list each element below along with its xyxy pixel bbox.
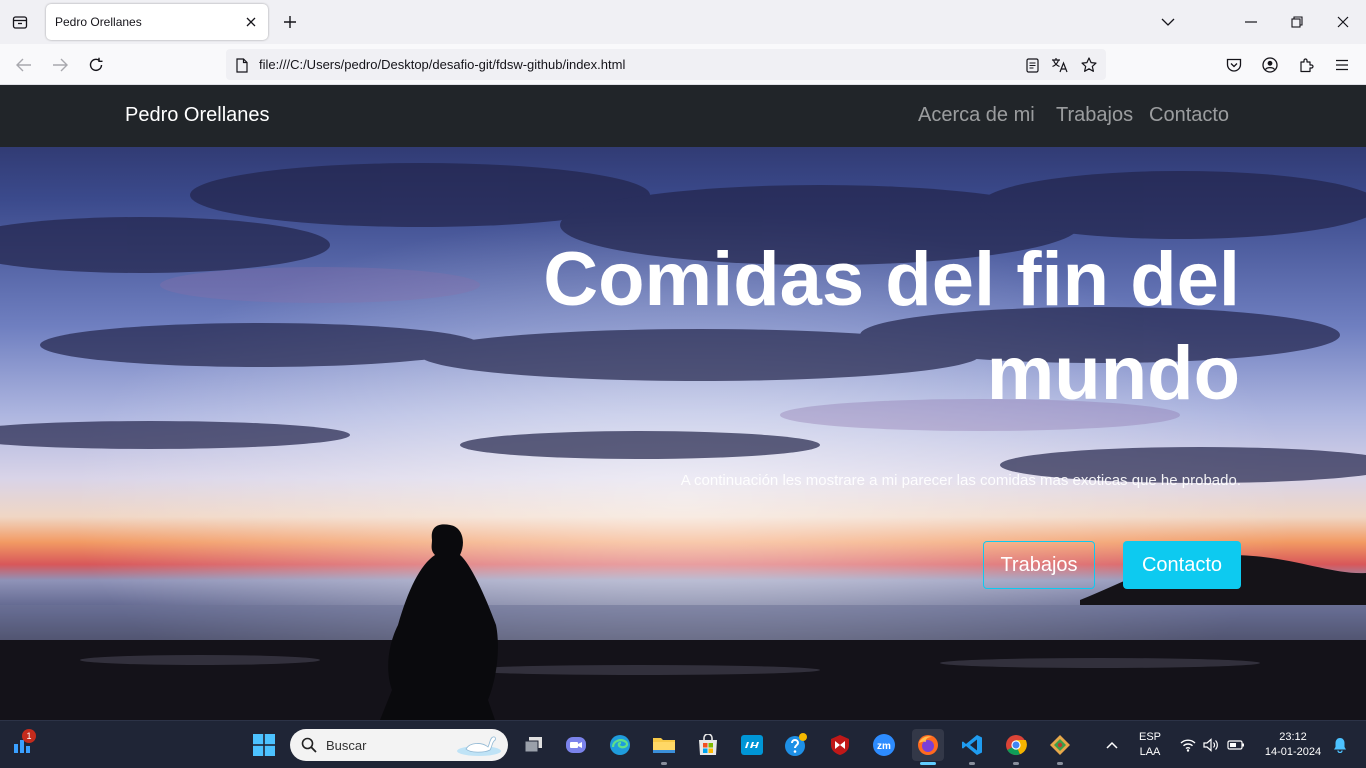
close-tab-icon[interactable] bbox=[242, 13, 260, 31]
taskbar-search[interactable]: Buscar bbox=[290, 729, 508, 761]
bookmark-star-icon[interactable] bbox=[1079, 55, 1099, 75]
notifications-bell-icon[interactable] bbox=[1330, 729, 1350, 761]
nav-link-contact[interactable]: Contacto bbox=[1149, 104, 1229, 127]
vscode-running-indicator bbox=[969, 762, 975, 765]
help-icon[interactable] bbox=[780, 729, 812, 761]
nav-link-works[interactable]: Trabajos bbox=[1056, 104, 1133, 127]
clock-time: 23:12 bbox=[1279, 731, 1307, 743]
extensions-icon[interactable] bbox=[1293, 52, 1319, 78]
edge-icon[interactable] bbox=[604, 729, 636, 761]
search-placeholder: Buscar bbox=[326, 738, 367, 753]
nav-link-about[interactable]: Acerca de mi bbox=[918, 104, 1035, 127]
hero-subtitle: A continuación les mostrare a mi parecer… bbox=[680, 472, 1241, 489]
tray-overflow-chevron-icon[interactable] bbox=[1096, 729, 1128, 761]
myhp-icon[interactable] bbox=[736, 729, 768, 761]
widgets-icon[interactable]: 1 bbox=[6, 729, 38, 761]
contact-button[interactable]: Contacto bbox=[1123, 541, 1241, 589]
reload-icon[interactable] bbox=[83, 52, 109, 78]
search-icon bbox=[301, 737, 317, 758]
zoom-icon[interactable]: zm bbox=[868, 729, 900, 761]
tab-list-icon[interactable] bbox=[8, 10, 32, 34]
firefox-icon[interactable] bbox=[912, 729, 944, 765]
git-kraken-icon[interactable] bbox=[1044, 729, 1076, 765]
page-file-icon bbox=[232, 55, 252, 75]
list-all-tabs-chevron-icon[interactable] bbox=[1156, 10, 1180, 34]
clock[interactable]: 23:12 14-01-2024 bbox=[1256, 730, 1330, 760]
browser-tab-active[interactable]: Pedro Orellanes bbox=[46, 4, 268, 40]
site-brand[interactable]: Pedro Orellanes bbox=[125, 104, 270, 127]
pocket-icon[interactable] bbox=[1221, 52, 1247, 78]
web-page: Pedro Orellanes Acerca de mi Trabajos Co… bbox=[0, 85, 1366, 720]
tab-title: Pedro Orellanes bbox=[55, 15, 142, 29]
minimize-icon[interactable] bbox=[1239, 10, 1263, 34]
url-text: file:///C:/Users/pedro/Desktop/desafio-g… bbox=[259, 57, 626, 72]
firefox-running-indicator bbox=[920, 762, 936, 765]
microsoft-store-icon[interactable] bbox=[692, 729, 724, 761]
keyboard-layout: LAA bbox=[1139, 746, 1161, 758]
new-tab-icon[interactable] bbox=[280, 12, 300, 32]
widgets-badge: 1 bbox=[22, 729, 36, 743]
file-explorer-icon[interactable] bbox=[648, 729, 680, 765]
app-menu-icon[interactable] bbox=[1329, 52, 1355, 78]
meet-icon[interactable] bbox=[560, 729, 592, 761]
forward-icon[interactable] bbox=[47, 52, 73, 78]
git-running-indicator bbox=[1057, 762, 1063, 765]
hero-title: Comidas del fin del mundo bbox=[543, 237, 1240, 416]
restore-icon[interactable] bbox=[1285, 10, 1309, 34]
search-highlight-swan-icon bbox=[456, 733, 502, 762]
reader-view-icon[interactable] bbox=[1022, 55, 1042, 75]
translate-icon[interactable] bbox=[1050, 55, 1070, 75]
back-icon[interactable] bbox=[11, 52, 37, 78]
windows-taskbar: 1 Buscar zm ESP LAA 23:12 14-01-2024 bbox=[0, 720, 1366, 768]
close-window-icon[interactable] bbox=[1331, 10, 1355, 34]
wifi-icon[interactable] bbox=[1178, 729, 1198, 761]
volume-icon[interactable] bbox=[1201, 729, 1221, 761]
url-bar[interactable]: file:///C:/Users/pedro/Desktop/desafio-g… bbox=[226, 49, 1106, 80]
chrome-icon[interactable] bbox=[1000, 729, 1032, 765]
works-button[interactable]: Trabajos bbox=[983, 541, 1095, 589]
mcafee-icon[interactable] bbox=[824, 729, 856, 761]
battery-icon[interactable] bbox=[1225, 729, 1247, 761]
chrome-running-indicator bbox=[1013, 762, 1019, 765]
start-icon[interactable] bbox=[248, 729, 280, 761]
account-icon[interactable] bbox=[1257, 52, 1283, 78]
browser-navbar: file:///C:/Users/pedro/Desktop/desafio-g… bbox=[0, 44, 1366, 85]
vscode-icon[interactable] bbox=[956, 729, 988, 765]
clock-date: 14-01-2024 bbox=[1264, 746, 1322, 758]
svg-text:zm: zm bbox=[877, 741, 891, 752]
language-code: ESP bbox=[1138, 731, 1161, 743]
browser-tab-strip: Pedro Orellanes bbox=[0, 0, 1366, 44]
task-view-icon[interactable] bbox=[518, 729, 550, 761]
file-explorer-running-indicator bbox=[661, 762, 667, 765]
language-indicator[interactable]: ESP LAA bbox=[1133, 730, 1167, 760]
site-navbar: Pedro Orellanes Acerca de mi Trabajos Co… bbox=[0, 85, 1366, 147]
